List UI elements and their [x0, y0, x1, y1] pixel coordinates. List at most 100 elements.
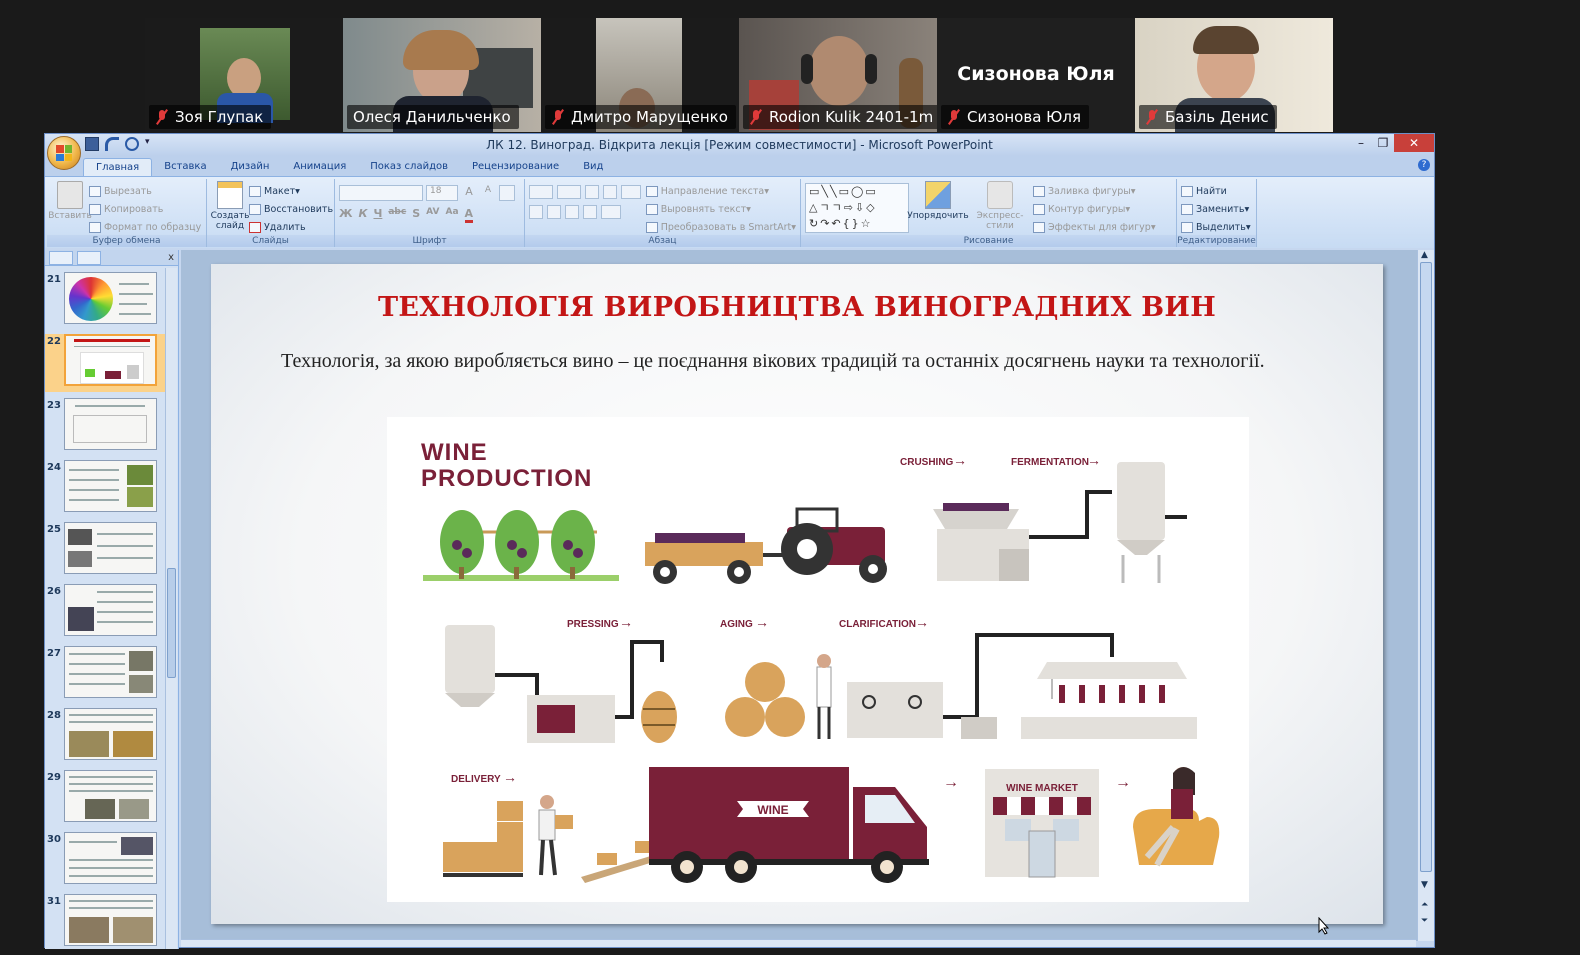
slide-thumbnail[interactable]: 30 [45, 832, 165, 888]
current-slide[interactable]: ТЕХНОЛОГІЯ ВИРОБНИЦТВА ВИНОГРАДНИХ ВИН Т… [211, 264, 1383, 924]
thumbnails-scrollbar[interactable] [165, 268, 177, 949]
minimize-icon[interactable]: – [1350, 134, 1372, 152]
underline-button[interactable]: Ч [373, 207, 382, 223]
smartart-button[interactable]: Преобразовать в SmartArt ▾ [645, 220, 796, 235]
screen: Зоя Глупак Олеся Данильченко Дмитро Мару… [0, 0, 1580, 955]
align-text-icon [645, 204, 658, 215]
tab-home[interactable]: Главная [83, 158, 153, 176]
shop-label: WINE MARKET [1006, 783, 1078, 794]
restore-icon[interactable]: ❐ [1372, 134, 1394, 152]
font-color-button[interactable]: A [464, 207, 474, 223]
align-text-button[interactable]: Выровнять текст ▾ [645, 202, 796, 217]
tab-animation[interactable]: Анимация [281, 158, 358, 176]
copy-button[interactable]: Копировать [89, 202, 201, 217]
shrink-font-button[interactable]: A [480, 185, 496, 201]
barrels-icon [725, 654, 832, 739]
scroll-thumb[interactable] [167, 568, 176, 678]
office-button[interactable] [47, 136, 81, 170]
tab-insert[interactable]: Вставка [152, 158, 218, 176]
slide-thumbnail[interactable]: 28 [45, 708, 165, 764]
slide-thumbnail[interactable]: 21 [45, 272, 165, 328]
close-icon[interactable]: ✕ [1394, 134, 1434, 152]
line-spacing-icon[interactable] [621, 185, 641, 199]
brush-icon [89, 222, 101, 233]
reset-button[interactable]: Восстановить [249, 202, 333, 217]
char-spacing-button[interactable]: AV [426, 207, 439, 223]
tab-review[interactable]: Рецензирование [460, 158, 571, 176]
numbering-icon[interactable] [557, 185, 581, 199]
participant-tile[interactable]: Зоя Глупак [145, 18, 343, 132]
editor-scrollbar[interactable]: ▲ ▼ ⏶ ⏷ [1417, 250, 1434, 941]
stage-crushing: CRUSHING [900, 457, 954, 468]
wine-truck-icon: WINE [649, 767, 929, 883]
font-size-field[interactable]: 18 [426, 185, 458, 201]
tab-slideshow[interactable]: Показ слайдов [358, 158, 460, 176]
slides-tab[interactable] [49, 250, 73, 265]
help-icon[interactable]: ? [1418, 159, 1430, 171]
customize-qat-icon[interactable]: ▾ [145, 137, 159, 151]
replace-button[interactable]: Заменить ▾ [1181, 202, 1251, 217]
format-painter-button[interactable]: Формат по образцу [89, 220, 201, 235]
slide-thumbnail[interactable]: 23 [45, 398, 165, 454]
shape-fill-button[interactable]: Заливка фигуры ▾ [1033, 184, 1156, 199]
binoculars-icon [1181, 186, 1193, 197]
scroll-thumb[interactable] [1420, 262, 1432, 872]
align-center-icon[interactable] [547, 205, 561, 219]
shadow-button[interactable]: S [412, 207, 420, 223]
shape-effects-button[interactable]: Эффекты для фигур ▾ [1033, 220, 1156, 235]
find-button[interactable]: Найти [1181, 184, 1251, 199]
change-case-button[interactable]: Aa [445, 207, 458, 223]
align-left-icon[interactable] [529, 205, 543, 219]
align-right-icon[interactable] [565, 205, 579, 219]
delete-slide-button[interactable]: Удалить [249, 220, 333, 235]
shape-outline-button[interactable]: Контур фигуры ▾ [1033, 202, 1156, 217]
slide-thumbnail[interactable]: 27 [45, 646, 165, 702]
clear-format-icon[interactable] [499, 185, 515, 201]
participant-tile[interactable]: Дмитро Марущенко [541, 18, 739, 132]
bullets-icon[interactable] [529, 185, 553, 199]
slide-title[interactable]: ТЕХНОЛОГІЯ ВИРОБНИЦТВА ВИНОГРАДНИХ ВИН [211, 292, 1383, 323]
indent-decrease-icon[interactable] [585, 185, 599, 199]
scroll-up-icon[interactable]: ▲ [1421, 250, 1428, 260]
slide-thumbnail[interactable]: 26 [45, 584, 165, 640]
participant-tile[interactable]: Базіль Денис [1135, 18, 1333, 132]
truck-label: WINE [757, 803, 788, 817]
select-button[interactable]: Выделить ▾ [1181, 220, 1251, 235]
strikethrough-button[interactable]: abc [388, 207, 406, 223]
font-name-field[interactable] [339, 185, 423, 201]
slide-thumbnail[interactable]: 24 [45, 460, 165, 516]
slide-thumbnail[interactable]: 25 [45, 522, 165, 578]
slide-body-text[interactable]: Технологія, за якою виробляється вино – … [237, 342, 1347, 381]
tab-view[interactable]: Вид [571, 158, 615, 176]
layout-button[interactable]: Макет ▾ [249, 184, 333, 199]
outline-tab[interactable] [77, 250, 101, 265]
undo-icon[interactable] [105, 137, 119, 151]
arrow-icon: → [1115, 774, 1131, 791]
text-direction-button[interactable]: Направление текста ▾ [645, 184, 796, 199]
save-icon[interactable] [85, 137, 99, 151]
previous-slide-icon[interactable]: ⏶ [1421, 900, 1428, 910]
powerpoint-window: ▾ ЛК 12. Виноград. Відкрита лекція [Режи… [44, 133, 1435, 949]
tab-design[interactable]: Дизайн [219, 158, 282, 176]
slide-thumbnail[interactable]: 31 [45, 894, 165, 949]
participant-tile[interactable]: Сизонова Юля Сизонова Юля [937, 18, 1135, 132]
scroll-down-icon[interactable]: ▼ [1421, 880, 1428, 890]
shapes-gallery[interactable]: ▭╲╲▭◯▭ △ㄱㄱ⇨⇩◇ ↻↷↶{}☆ [805, 183, 909, 233]
horizontal-scrollbar[interactable] [181, 939, 1416, 947]
grow-font-button[interactable]: A [461, 185, 477, 201]
quick-styles-icon [987, 181, 1013, 209]
indent-increase-icon[interactable] [603, 185, 617, 199]
slide-thumbnail[interactable]: 29 [45, 770, 165, 826]
slide-thumbnail-selected[interactable]: 22 [45, 334, 165, 392]
participant-tile[interactable]: Rodion Kulik 2401-1m [739, 18, 937, 132]
redo-icon[interactable] [125, 137, 139, 151]
justify-icon[interactable] [583, 205, 597, 219]
participant-tile-active[interactable]: Олеся Данильченко [343, 18, 541, 132]
close-pane-icon[interactable]: x [168, 252, 174, 263]
bold-button[interactable]: Ж [339, 207, 352, 223]
cut-button[interactable]: Вырезать [89, 184, 201, 199]
next-slide-icon[interactable]: ⏷ [1421, 916, 1428, 926]
columns-icon[interactable] [601, 205, 621, 219]
italic-button[interactable]: К [358, 207, 367, 223]
tractor-icon [645, 507, 887, 584]
